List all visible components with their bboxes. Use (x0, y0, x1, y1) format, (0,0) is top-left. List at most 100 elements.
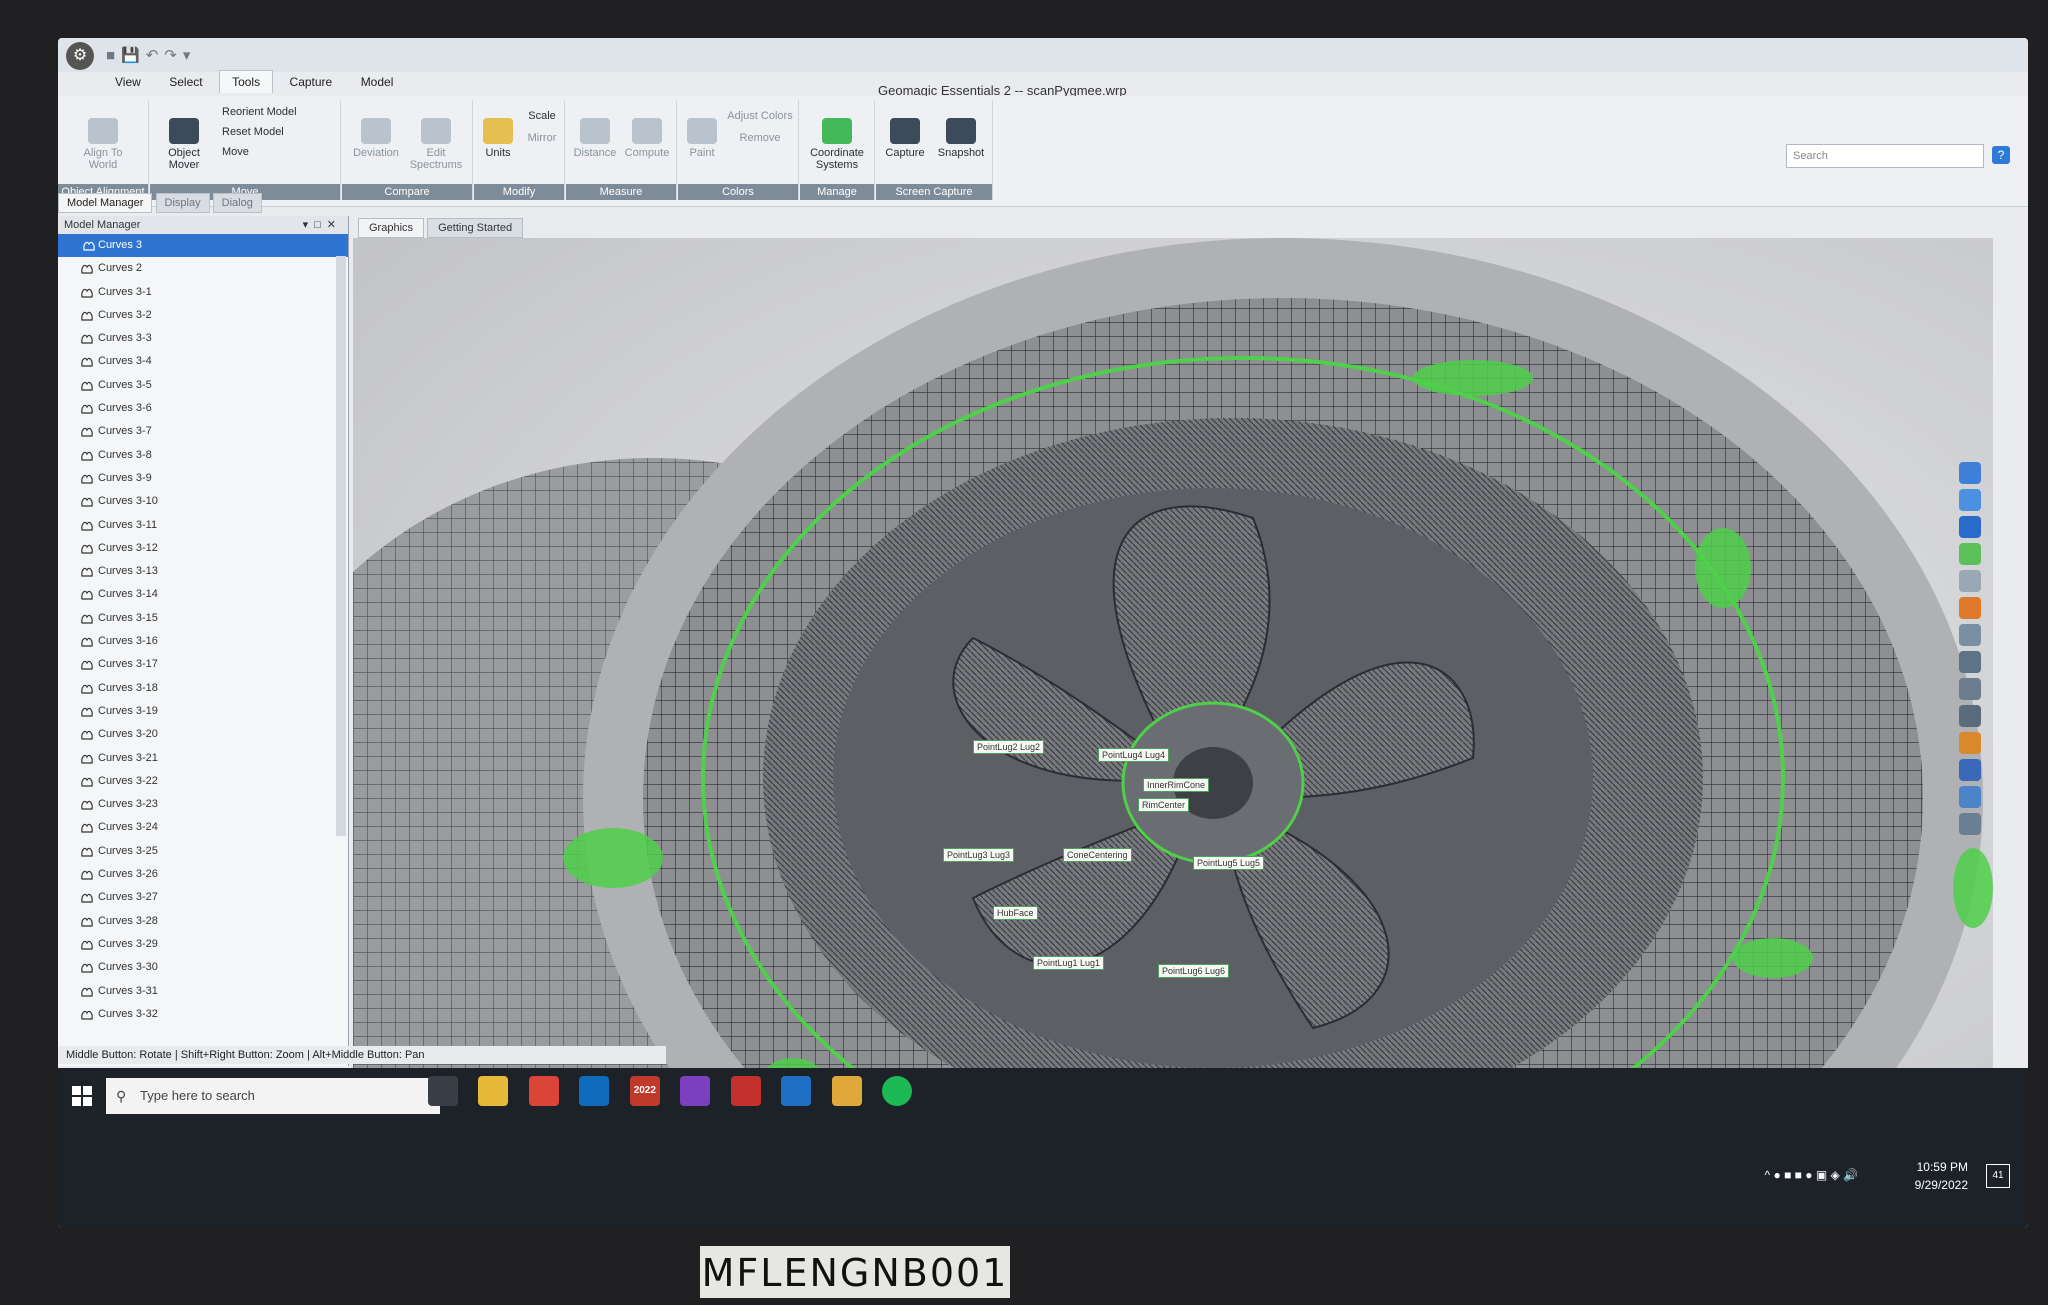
deviation-button[interactable]: Deviation (348, 118, 404, 159)
capture-button[interactable]: Capture (880, 118, 930, 159)
model-tree-item[interactable]: Curves 3-20 (58, 723, 348, 746)
help-icon[interactable]: ? (1992, 146, 2010, 164)
model-tree-item[interactable]: Curves 3-5 (58, 374, 348, 397)
edit-spectrums-button[interactable]: Edit Spectrums (406, 118, 466, 171)
tab-getting-started[interactable]: Getting Started (427, 218, 524, 238)
model-tree-item[interactable]: Curves 3-23 (58, 793, 348, 816)
point-lug1-label[interactable]: PointLug1 Lug1 (1033, 956, 1105, 970)
zoom-icon[interactable] (1959, 570, 1981, 592)
coordinate-systems-button[interactable]: Coordinate Systems (804, 118, 870, 171)
model-tree-item[interactable]: Curves 3-6 (58, 397, 348, 420)
model-tree-item[interactable]: Curves 3-11 (58, 514, 348, 537)
tab-view[interactable]: View (103, 71, 153, 93)
hub-face-label[interactable]: HubFace (993, 906, 1038, 920)
geomagic-logo-icon[interactable]: ⚙ (66, 42, 94, 70)
taskbar-search-input[interactable]: ⚲ Type here to search (106, 1078, 440, 1114)
model-tree-item[interactable]: Curves 3-8 (58, 444, 348, 467)
adjust-colors-button[interactable]: Adjust Colors (724, 110, 796, 122)
chrome-icon[interactable] (528, 1076, 559, 1106)
model-tree-item[interactable]: Curves 3-7 (58, 420, 348, 443)
clock[interactable]: 10:59 PM 9/29/2022 (1915, 1158, 1968, 1194)
units-button[interactable]: Units (478, 118, 518, 159)
object-mover-button[interactable]: Object Mover (156, 118, 212, 171)
clip-icon[interactable] (1959, 813, 1981, 835)
tab-capture[interactable]: Capture (278, 71, 345, 93)
lasso-icon[interactable] (1959, 651, 1981, 673)
model-tree-item[interactable]: Curves 3-22 (58, 770, 348, 793)
model-tree-item[interactable]: Curves 3-32 (58, 1003, 348, 1026)
task-view-icon[interactable] (428, 1076, 458, 1106)
model-tree-item[interactable]: Curves 3-19 (58, 700, 348, 723)
model-tree-item[interactable]: Curves 3-18 (58, 677, 348, 700)
search-input[interactable]: Search (1786, 144, 1984, 168)
move-dropdown[interactable]: Move (222, 146, 332, 158)
model-tree-item[interactable]: Curves 3-24 (58, 816, 348, 839)
outlook-icon[interactable] (579, 1076, 610, 1106)
compute-button[interactable]: Compute (622, 118, 672, 159)
windows-start-icon[interactable] (72, 1086, 92, 1106)
display-mode-icon[interactable] (1959, 516, 1981, 538)
inner-rim-cone-label[interactable]: InnerRimCone (1143, 778, 1210, 792)
tab-graphics[interactable]: Graphics (358, 218, 425, 238)
system-tray-icons[interactable]: ^ ● ■ ■ ● ▣ ◈ 🔊 (1765, 1168, 1858, 1182)
rim-center-label[interactable]: RimCenter (1138, 798, 1190, 812)
select-window-icon[interactable] (1959, 624, 1981, 646)
lighting-icon[interactable] (1959, 597, 1981, 619)
geomagic-taskbar-icon[interactable] (831, 1076, 862, 1106)
quick-access-toolbar[interactable]: ■💾↶↷▾ (106, 46, 196, 64)
file-explorer-icon[interactable] (478, 1076, 509, 1106)
snapshot-button[interactable]: Snapshot (934, 118, 988, 159)
point-lug4-label[interactable]: PointLug4 Lug4 (1098, 748, 1170, 762)
reset-model-button[interactable]: Reset Model (222, 126, 332, 138)
tab-tools[interactable]: Tools (219, 70, 274, 93)
onenote-icon[interactable] (680, 1076, 711, 1106)
model-tree-item[interactable]: Curves 3-1 (58, 281, 348, 304)
model-tree-item[interactable]: Curves 3-27 (58, 886, 348, 909)
tab-model[interactable]: Model (349, 71, 406, 93)
model-tree-item[interactable]: Curves 3-14 (58, 583, 348, 606)
tab-select[interactable]: Select (157, 71, 214, 93)
model-tree-item[interactable]: Curves 3-4 (58, 350, 348, 373)
paint-select-icon[interactable] (1959, 732, 1981, 754)
mirror-button[interactable]: Mirror (522, 132, 562, 144)
model-tree-item[interactable]: Curves 3-25 (58, 840, 348, 863)
model-tree-item[interactable]: Curves 3-28 (58, 910, 348, 933)
align-to-world-button[interactable]: Align To World (70, 118, 136, 171)
model-tree-item[interactable]: Curves 3-16 (58, 630, 348, 653)
point-lug5-label[interactable]: PointLug5 Lug5 (1193, 856, 1265, 870)
acrobat-icon[interactable] (730, 1076, 761, 1106)
tab-dialog[interactable]: Dialog (212, 193, 262, 213)
scale-button[interactable]: Scale (522, 110, 562, 122)
box-select-icon[interactable] (1959, 759, 1981, 781)
reorient-model-button[interactable]: Reorient Model (222, 106, 332, 118)
model-tree-item[interactable]: Curves 3-3 (58, 327, 348, 350)
model-tree-item[interactable]: Curves 2 (58, 257, 348, 280)
model-tree-item[interactable]: Curves 3 (58, 234, 348, 258)
model-tree-item[interactable]: Curves 3-10 (58, 490, 348, 513)
tab-display[interactable]: Display (155, 193, 210, 213)
distance-button[interactable]: Distance (570, 118, 620, 159)
model-tree-item[interactable]: Curves 3-2 (58, 304, 348, 327)
model-tree-item[interactable]: Curves 3-29 (58, 933, 348, 956)
model-tree-item[interactable]: Curves 3-9 (58, 467, 348, 490)
model-tree-item[interactable]: Curves 3-17 (58, 653, 348, 676)
pencil-icon[interactable] (1959, 705, 1981, 727)
model-tree-item[interactable]: Curves 3-12 (58, 537, 348, 560)
model-tree-item[interactable]: Curves 3-13 (58, 560, 348, 583)
paint-button[interactable]: Paint (682, 118, 722, 159)
model-tree-item[interactable]: Curves 3-15 (58, 607, 348, 630)
model-tree-item[interactable]: Curves 3-21 (58, 747, 348, 770)
layers-icon[interactable] (1959, 543, 1981, 565)
solidworks-icon[interactable]: 2022 (629, 1076, 660, 1106)
cone-centering-label[interactable]: ConeCentering (1063, 848, 1132, 862)
photos-icon[interactable] (781, 1076, 812, 1106)
fit-view-icon[interactable] (1959, 462, 1981, 484)
tab-model-manager[interactable]: Model Manager (58, 193, 153, 213)
model-tree-item[interactable]: Curves 3-30 (58, 956, 348, 979)
point-lug6-label[interactable]: PointLug6 Lug6 (1158, 964, 1230, 978)
rotate-view-icon[interactable] (1959, 489, 1981, 511)
brush-icon[interactable] (1959, 786, 1981, 808)
spotify-icon[interactable] (882, 1076, 913, 1106)
notification-center-icon[interactable]: 41 (1986, 1164, 2010, 1188)
scrollbar[interactable] (336, 256, 346, 836)
